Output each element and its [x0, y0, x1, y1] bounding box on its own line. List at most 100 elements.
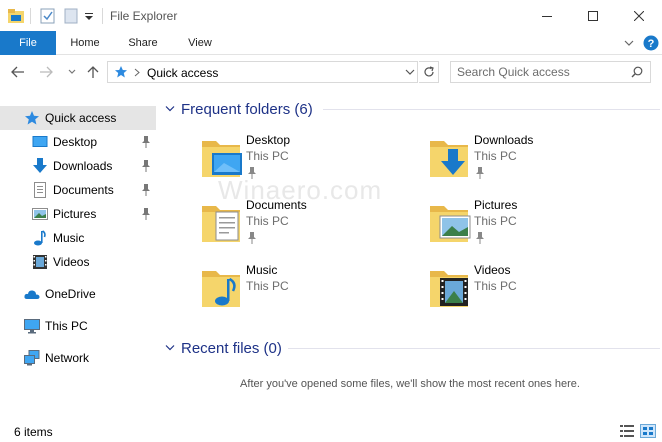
folder-name: Desktop	[246, 133, 291, 147]
folder-location: This PC	[246, 279, 289, 293]
tab-file[interactable]: File	[0, 31, 56, 55]
group-header-recent[interactable]: Recent files (0)	[160, 338, 660, 358]
window-title: File Explorer	[110, 9, 178, 23]
nav-item-label: Network	[45, 351, 90, 365]
desktop-folder-icon	[202, 141, 242, 177]
address-bar[interactable]: Quick access	[107, 61, 418, 83]
folder-tile-documents[interactable]: Documents This PC	[200, 198, 400, 258]
folder-name: Downloads	[474, 133, 534, 147]
help-icon[interactable]: ?	[643, 35, 659, 51]
content-pane: Winaero.com Frequent folders (6) Desktop…	[160, 94, 660, 414]
breadcrumb[interactable]: Quick access	[147, 66, 218, 80]
pictures-folder-icon	[430, 206, 471, 242]
folder-location: This PC	[474, 149, 517, 163]
document-icon	[34, 182, 46, 198]
up-icon	[87, 66, 99, 78]
maximize-icon	[588, 10, 598, 21]
videos-folder-icon	[430, 271, 468, 307]
nav-item-label: Desktop	[53, 135, 98, 149]
expand-ribbon-icon[interactable]	[623, 35, 635, 51]
folder-tile-music[interactable]: Music This PC	[200, 263, 400, 323]
minimize-button[interactable]	[524, 0, 570, 31]
properties-icon[interactable]	[40, 6, 56, 26]
maximize-button[interactable]	[570, 0, 616, 31]
item-count: 6 items	[14, 425, 53, 439]
nav-item-onedrive[interactable]: OneDrive	[0, 282, 156, 306]
group-header-frequent[interactable]: Frequent folders (6)	[160, 99, 660, 119]
pin-icon[interactable]	[141, 183, 151, 197]
nav-item-label: Downloads	[53, 159, 113, 173]
chevron-down-icon[interactable]	[165, 344, 175, 352]
customize-dropdown-icon[interactable]	[84, 6, 94, 26]
address-dropdown-icon[interactable]	[405, 68, 415, 76]
folder-tile-pictures[interactable]: Pictures This PC	[428, 198, 628, 258]
video-icon	[33, 255, 47, 269]
search-box[interactable]	[450, 61, 651, 83]
network-icon	[24, 350, 40, 366]
nav-item-network[interactable]: Network	[0, 346, 156, 370]
nav-item-label: Videos	[53, 255, 90, 269]
chevron-down-icon[interactable]	[165, 105, 175, 113]
nav-item-pictures[interactable]: Pictures	[0, 202, 156, 226]
folder-name: Music	[246, 263, 278, 277]
status-bar: 6 items	[0, 420, 662, 442]
pictures-icon	[32, 208, 48, 220]
svg-text:?: ?	[648, 38, 655, 50]
nav-item-label: OneDrive	[45, 287, 96, 301]
nav-item-label: This PC	[45, 319, 88, 333]
pin-icon	[476, 167, 484, 179]
group-title: Recent files (0)	[181, 339, 282, 357]
recent-empty-message: After you've opened some files, we'll sh…	[240, 378, 580, 390]
nav-item-label: Music	[53, 231, 85, 245]
recent-locations-button[interactable]	[64, 64, 80, 80]
nav-item-label: Documents	[53, 183, 114, 197]
ribbon: File Home Share View ?	[0, 31, 662, 55]
folder-tile-downloads[interactable]: Downloads This PC	[428, 133, 628, 193]
close-icon	[634, 10, 644, 21]
nav-item-label: Pictures	[53, 207, 97, 221]
pin-icon[interactable]	[141, 159, 151, 173]
pin-icon[interactable]	[141, 135, 151, 149]
folder-icon[interactable]	[7, 6, 25, 26]
nav-item-videos[interactable]: Videos	[0, 250, 156, 274]
back-button[interactable]	[10, 64, 26, 80]
details-view-icon[interactable]	[619, 424, 635, 438]
music-folder-icon	[202, 271, 240, 307]
pin-icon	[248, 232, 256, 244]
navigation-pane: Quick access Desktop Downloads Documents…	[0, 100, 156, 418]
nav-item-music[interactable]: Music	[0, 226, 156, 250]
folder-tile-videos[interactable]: Videos This PC	[428, 263, 628, 323]
group-title: Frequent folders (6)	[181, 100, 313, 118]
search-icon[interactable]	[631, 66, 643, 78]
refresh-button[interactable]	[419, 61, 439, 83]
search-input[interactable]	[457, 64, 627, 80]
downloads-folder-icon	[430, 141, 468, 177]
nav-item-documents[interactable]: Documents	[0, 178, 156, 202]
nav-item-label: Quick access	[45, 111, 117, 125]
computer-icon	[24, 319, 40, 334]
new-folder-icon[interactable]	[63, 6, 79, 26]
tab-view[interactable]: View	[177, 31, 223, 55]
download-icon	[33, 158, 47, 173]
pin-icon[interactable]	[141, 207, 151, 221]
cloud-icon	[24, 290, 40, 299]
nav-item-quick-access[interactable]: Quick access	[0, 106, 156, 130]
nav-item-this-pc[interactable]: This PC	[0, 314, 156, 338]
tab-home[interactable]: Home	[62, 31, 108, 55]
nav-item-downloads[interactable]: Downloads	[0, 154, 156, 178]
documents-folder-icon	[202, 206, 240, 242]
up-button[interactable]	[85, 64, 101, 80]
pin-icon	[476, 232, 484, 244]
folder-name: Pictures	[474, 198, 518, 212]
nav-item-desktop[interactable]: Desktop	[0, 130, 156, 154]
tab-share[interactable]: Share	[120, 31, 166, 55]
folder-name: Documents	[246, 198, 307, 212]
close-button[interactable]	[616, 0, 662, 31]
folder-location: This PC	[246, 149, 289, 163]
forward-button[interactable]	[38, 64, 54, 80]
large-icons-view-icon[interactable]	[640, 424, 656, 438]
forward-icon	[40, 66, 53, 78]
folder-location: This PC	[474, 279, 517, 293]
folder-tile-desktop[interactable]: Desktop This PC	[200, 133, 400, 193]
back-icon	[11, 66, 24, 78]
